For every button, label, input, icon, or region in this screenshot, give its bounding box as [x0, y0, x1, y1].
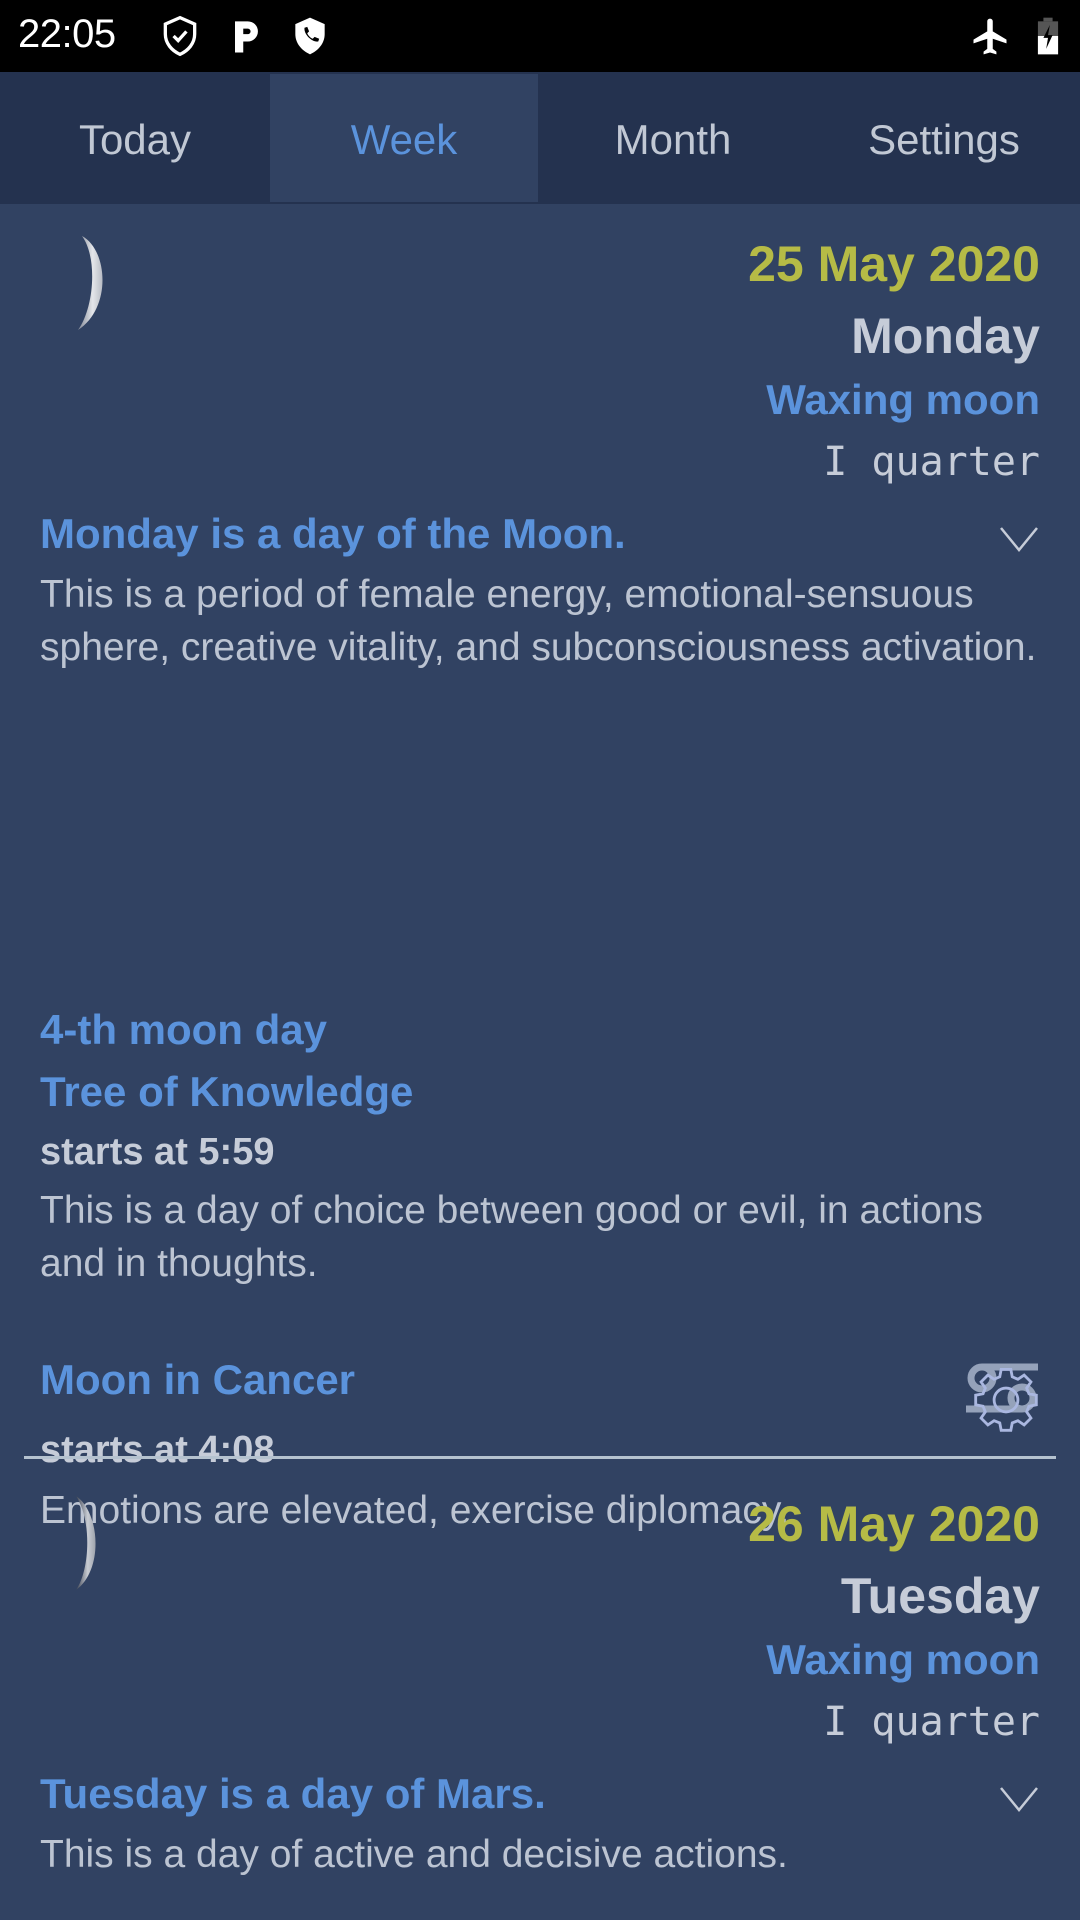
quarter-label: I quarter	[823, 439, 1040, 485]
airplane-mode-icon	[973, 18, 1007, 55]
day-card: 26 May 2020 Tuesday Waxing moon I quarte…	[0, 1464, 1080, 1920]
shield-check-icon	[163, 15, 197, 57]
battery-charging-icon	[1037, 17, 1059, 55]
week-list[interactable]: 25 May 2020 Monday Waxing moon I quarter…	[0, 204, 1080, 1920]
planet-title: Monday is a day of the Moon.	[40, 510, 626, 557]
moon-phase-label: Waxing moon	[766, 1636, 1040, 1683]
planet-section[interactable]: Monday is a day of the Moon. This is a p…	[40, 506, 1040, 674]
moon-day-description: This is a day of choice between good or …	[40, 1189, 984, 1285]
weekday-label: Monday	[851, 308, 1040, 364]
day-header: 25 May 2020 Monday Waxing moon I quarter	[748, 234, 1040, 490]
weekday-label: Tuesday	[840, 1568, 1040, 1624]
planet-section[interactable]: Tuesday is a day of Mars. This is a day …	[40, 1766, 1040, 1881]
quarter-label: I quarter	[823, 1699, 1040, 1745]
chevron-down-icon[interactable]	[998, 524, 1040, 554]
planet-description: This is a period of female energy, emoti…	[40, 573, 1037, 669]
moon-phase-label: Waxing moon	[766, 376, 1040, 423]
moon-sign-title: Moon in Cancer	[40, 1356, 356, 1403]
date-label: 26 May 2020	[748, 1496, 1040, 1552]
moon-day-title: 4-th moon day	[40, 1006, 328, 1053]
moon-phase-icon	[76, 1496, 96, 1590]
shield-phone-icon	[295, 17, 325, 55]
status-time: 22:05	[18, 12, 116, 56]
tab-today[interactable]: Today	[0, 72, 270, 204]
tab-month[interactable]: Month	[538, 72, 808, 204]
planet-description: This is a day of active and decisive act…	[40, 1833, 788, 1876]
tab-week[interactable]: Week	[270, 74, 538, 202]
moon-phase-icon	[78, 236, 103, 330]
day-header: 26 May 2020 Tuesday Waxing moon I quarte…	[748, 1494, 1040, 1750]
planet-title: Tuesday is a day of Mars.	[40, 1770, 546, 1817]
chevron-down-icon[interactable]	[998, 1784, 1040, 1814]
parking-icon	[235, 21, 258, 53]
moon-day-start: starts at 5:59	[40, 1131, 275, 1173]
tab-bar: Today Week Month Settings	[0, 72, 1080, 204]
day-divider	[24, 1456, 1056, 1459]
gear-icon[interactable]	[972, 1366, 1040, 1434]
status-bar: 22:05	[0, 0, 1080, 72]
moon-day-name: Tree of Knowledge	[40, 1068, 414, 1115]
moon-day-section: 4-th moon day Tree of Knowledge starts a…	[40, 1002, 1040, 1290]
day-card: 25 May 2020 Monday Waxing moon I quarter…	[0, 204, 1080, 1532]
tab-settings[interactable]: Settings	[808, 72, 1080, 204]
date-label: 25 May 2020	[748, 236, 1040, 292]
